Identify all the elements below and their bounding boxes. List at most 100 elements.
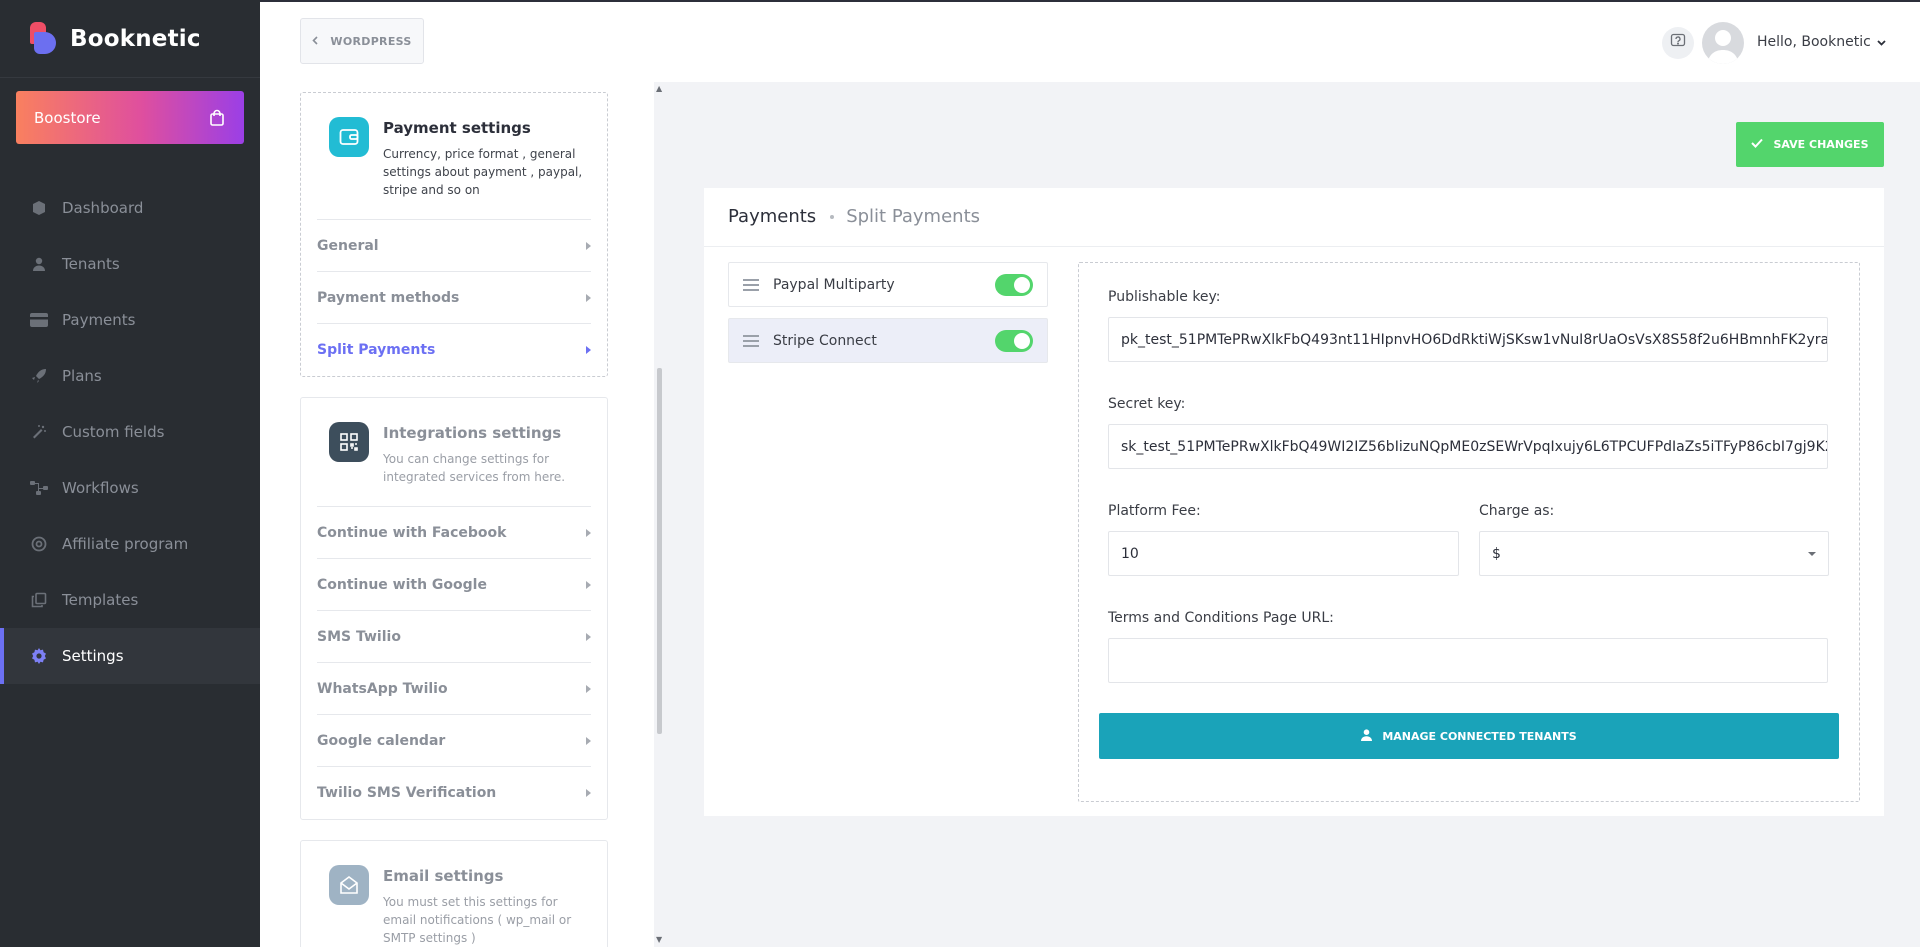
target-icon — [30, 535, 48, 553]
cube-icon — [30, 199, 48, 217]
sidebar-item-workflows[interactable]: Workflows — [0, 460, 260, 516]
user-icon — [30, 255, 48, 273]
workflow-icon — [30, 479, 48, 497]
split-payments-panel: Payments Split Payments Paypal Multipart… — [704, 188, 1884, 816]
brand-name: Booknetic — [70, 25, 201, 52]
sidebar-item-label: Settings — [62, 647, 124, 665]
settings-item-google-calendar[interactable]: Google calendar — [317, 715, 591, 767]
sidebar-item-templates[interactable]: Templates — [0, 572, 260, 628]
boostore-label: Boostore — [34, 108, 101, 127]
boostore-button[interactable]: Boostore — [16, 91, 244, 144]
publishable-key-input[interactable]: pk_test_51PMTePRwXlkFbQ493nt11HIpnvHO6Dd… — [1108, 317, 1828, 362]
sidebar-item-label: Workflows — [62, 479, 139, 497]
top-header: WORDPRESS Hello, Booknetic — [260, 0, 1920, 82]
caret-right-icon — [586, 346, 591, 354]
user-menu[interactable]: Hello, Booknetic — [1757, 34, 1886, 50]
sidebar-item-tenants[interactable]: Tenants — [0, 236, 260, 292]
help-button[interactable] — [1662, 27, 1694, 59]
chevron-down-icon — [1877, 34, 1886, 50]
settings-item-split-payments[interactable]: Split Payments — [317, 324, 591, 376]
qr-grid-icon — [329, 422, 369, 462]
chevron-left-icon — [312, 35, 318, 48]
chevron-down-icon — [1808, 552, 1816, 556]
settings-item-label: Payment methods — [317, 289, 460, 306]
platform-fee-label: Platform Fee: — [1108, 503, 1201, 519]
method-stripe-connect[interactable]: Stripe Connect — [728, 318, 1048, 363]
secret-key-label: Secret key: — [1108, 396, 1186, 412]
sidebar-item-affiliate-program[interactable]: Affiliate program — [0, 516, 260, 572]
drag-handle-icon[interactable] — [743, 276, 759, 294]
method-paypal-multiparty[interactable]: Paypal Multiparty — [728, 262, 1048, 307]
settings-item-label: WhatsApp Twilio — [317, 680, 448, 697]
settings-item-continue-with-facebook[interactable]: Continue with Facebook — [317, 507, 591, 559]
user-icon — [1361, 728, 1373, 744]
settings-item-twilio-sms-verification[interactable]: Twilio SMS Verification — [317, 767, 591, 819]
caret-right-icon — [586, 528, 591, 537]
integrations-settings-desc: You can change settings for integrated s… — [383, 452, 566, 484]
settings-item-label: Split Payments — [317, 342, 436, 358]
caret-right-icon — [586, 293, 591, 302]
settings-item-payment-methods[interactable]: Payment methods — [317, 272, 591, 324]
sidebar-item-plans[interactable]: Plans — [0, 348, 260, 404]
charge-as-select[interactable]: $ — [1479, 531, 1829, 576]
brand[interactable]: Booknetic — [0, 0, 260, 78]
charge-as-label: Charge as: — [1479, 503, 1555, 519]
integrations-settings-header[interactable]: Integrations settings You can change set… — [317, 398, 591, 507]
copy-icon — [30, 591, 48, 609]
payment-settings-desc: Currency, price format , general setting… — [383, 147, 583, 197]
breadcrumb-separator — [830, 214, 835, 219]
drag-handle-icon[interactable] — [743, 332, 759, 350]
payment-settings-header[interactable]: Payment settings Currency, price format … — [317, 93, 591, 220]
sidebar-item-custom-fields[interactable]: Custom fields — [0, 404, 260, 460]
method-enabled-toggle[interactable] — [995, 273, 1033, 296]
sidebar-item-settings[interactable]: Settings — [0, 628, 260, 684]
sidebar-item-label: Templates — [62, 591, 139, 609]
settings-item-label: Continue with Google — [317, 576, 487, 593]
caret-right-icon — [586, 580, 591, 589]
settings-item-continue-with-google[interactable]: Continue with Google — [317, 559, 591, 611]
settings-item-sms-twilio[interactable]: SMS Twilio — [317, 611, 591, 663]
settings-item-label: Continue with Facebook — [317, 524, 507, 541]
payment-settings-title: Payment settings — [383, 119, 531, 137]
booknetic-logo-icon — [30, 21, 58, 56]
settings-item-label: General — [317, 237, 379, 254]
panel-divider — [704, 246, 1884, 247]
settings-item-whatsapp-twilio[interactable]: WhatsApp Twilio — [317, 663, 591, 715]
manage-connected-tenants-label: MANAGE CONNECTED TENANTS — [1382, 729, 1577, 743]
save-changes-button[interactable]: SAVE CHANGES — [1736, 122, 1884, 167]
back-to-wordpress-button[interactable]: WORDPRESS — [300, 18, 424, 64]
wallet-icon — [329, 117, 369, 157]
breadcrumb-current: Split Payments — [846, 206, 981, 227]
caret-right-icon — [586, 789, 591, 797]
publishable-key-label: Publishable key: — [1108, 289, 1221, 305]
sidebar-item-label: Plans — [62, 367, 102, 385]
settings-item-general[interactable]: General — [317, 220, 591, 272]
sidebar-item-label: Custom fields — [62, 423, 165, 441]
caret-right-icon — [586, 684, 591, 693]
manage-connected-tenants-button[interactable]: MANAGE CONNECTED TENANTS — [1099, 713, 1839, 759]
email-settings-header[interactable]: Email settings You must set this setting… — [317, 841, 591, 947]
sidebar-menu: Dashboard Tenants Payments Plans Custom … — [0, 180, 260, 684]
email-settings-title: Email settings — [383, 867, 504, 885]
terms-url-input[interactable] — [1108, 638, 1828, 683]
save-changes-label: SAVE CHANGES — [1773, 138, 1869, 151]
secret-key-input[interactable]: sk_test_51PMTePRwXlkFbQ49WI2IZ56bIizuNQp… — [1108, 424, 1828, 469]
rocket-icon — [30, 367, 48, 385]
breadcrumb-root[interactable]: Payments — [728, 206, 816, 227]
integrations-settings-title: Integrations settings — [383, 424, 562, 442]
sidebar-item-label: Affiliate program — [62, 535, 189, 553]
method-enabled-toggle[interactable] — [995, 329, 1033, 352]
scroll-up-arrow-icon[interactable]: ▲ — [656, 84, 662, 93]
method-name: Stripe Connect — [773, 332, 877, 349]
email-settings-desc: You must set this settings for email not… — [383, 895, 572, 945]
charge-as-value: $ — [1492, 545, 1501, 562]
sidebar: Booknetic Boostore Dashboard Tenants Pay… — [0, 0, 260, 947]
sidebar-item-payments[interactable]: Payments — [0, 292, 260, 348]
gear-icon — [30, 647, 48, 665]
envelope-open-icon — [329, 865, 369, 905]
scroll-down-arrow-icon[interactable]: ▼ — [656, 935, 662, 944]
avatar[interactable] — [1702, 22, 1744, 64]
platform-fee-input[interactable]: 10 — [1108, 531, 1459, 576]
settings-scrollbar-thumb[interactable] — [657, 368, 662, 734]
sidebar-item-dashboard[interactable]: Dashboard — [0, 180, 260, 236]
